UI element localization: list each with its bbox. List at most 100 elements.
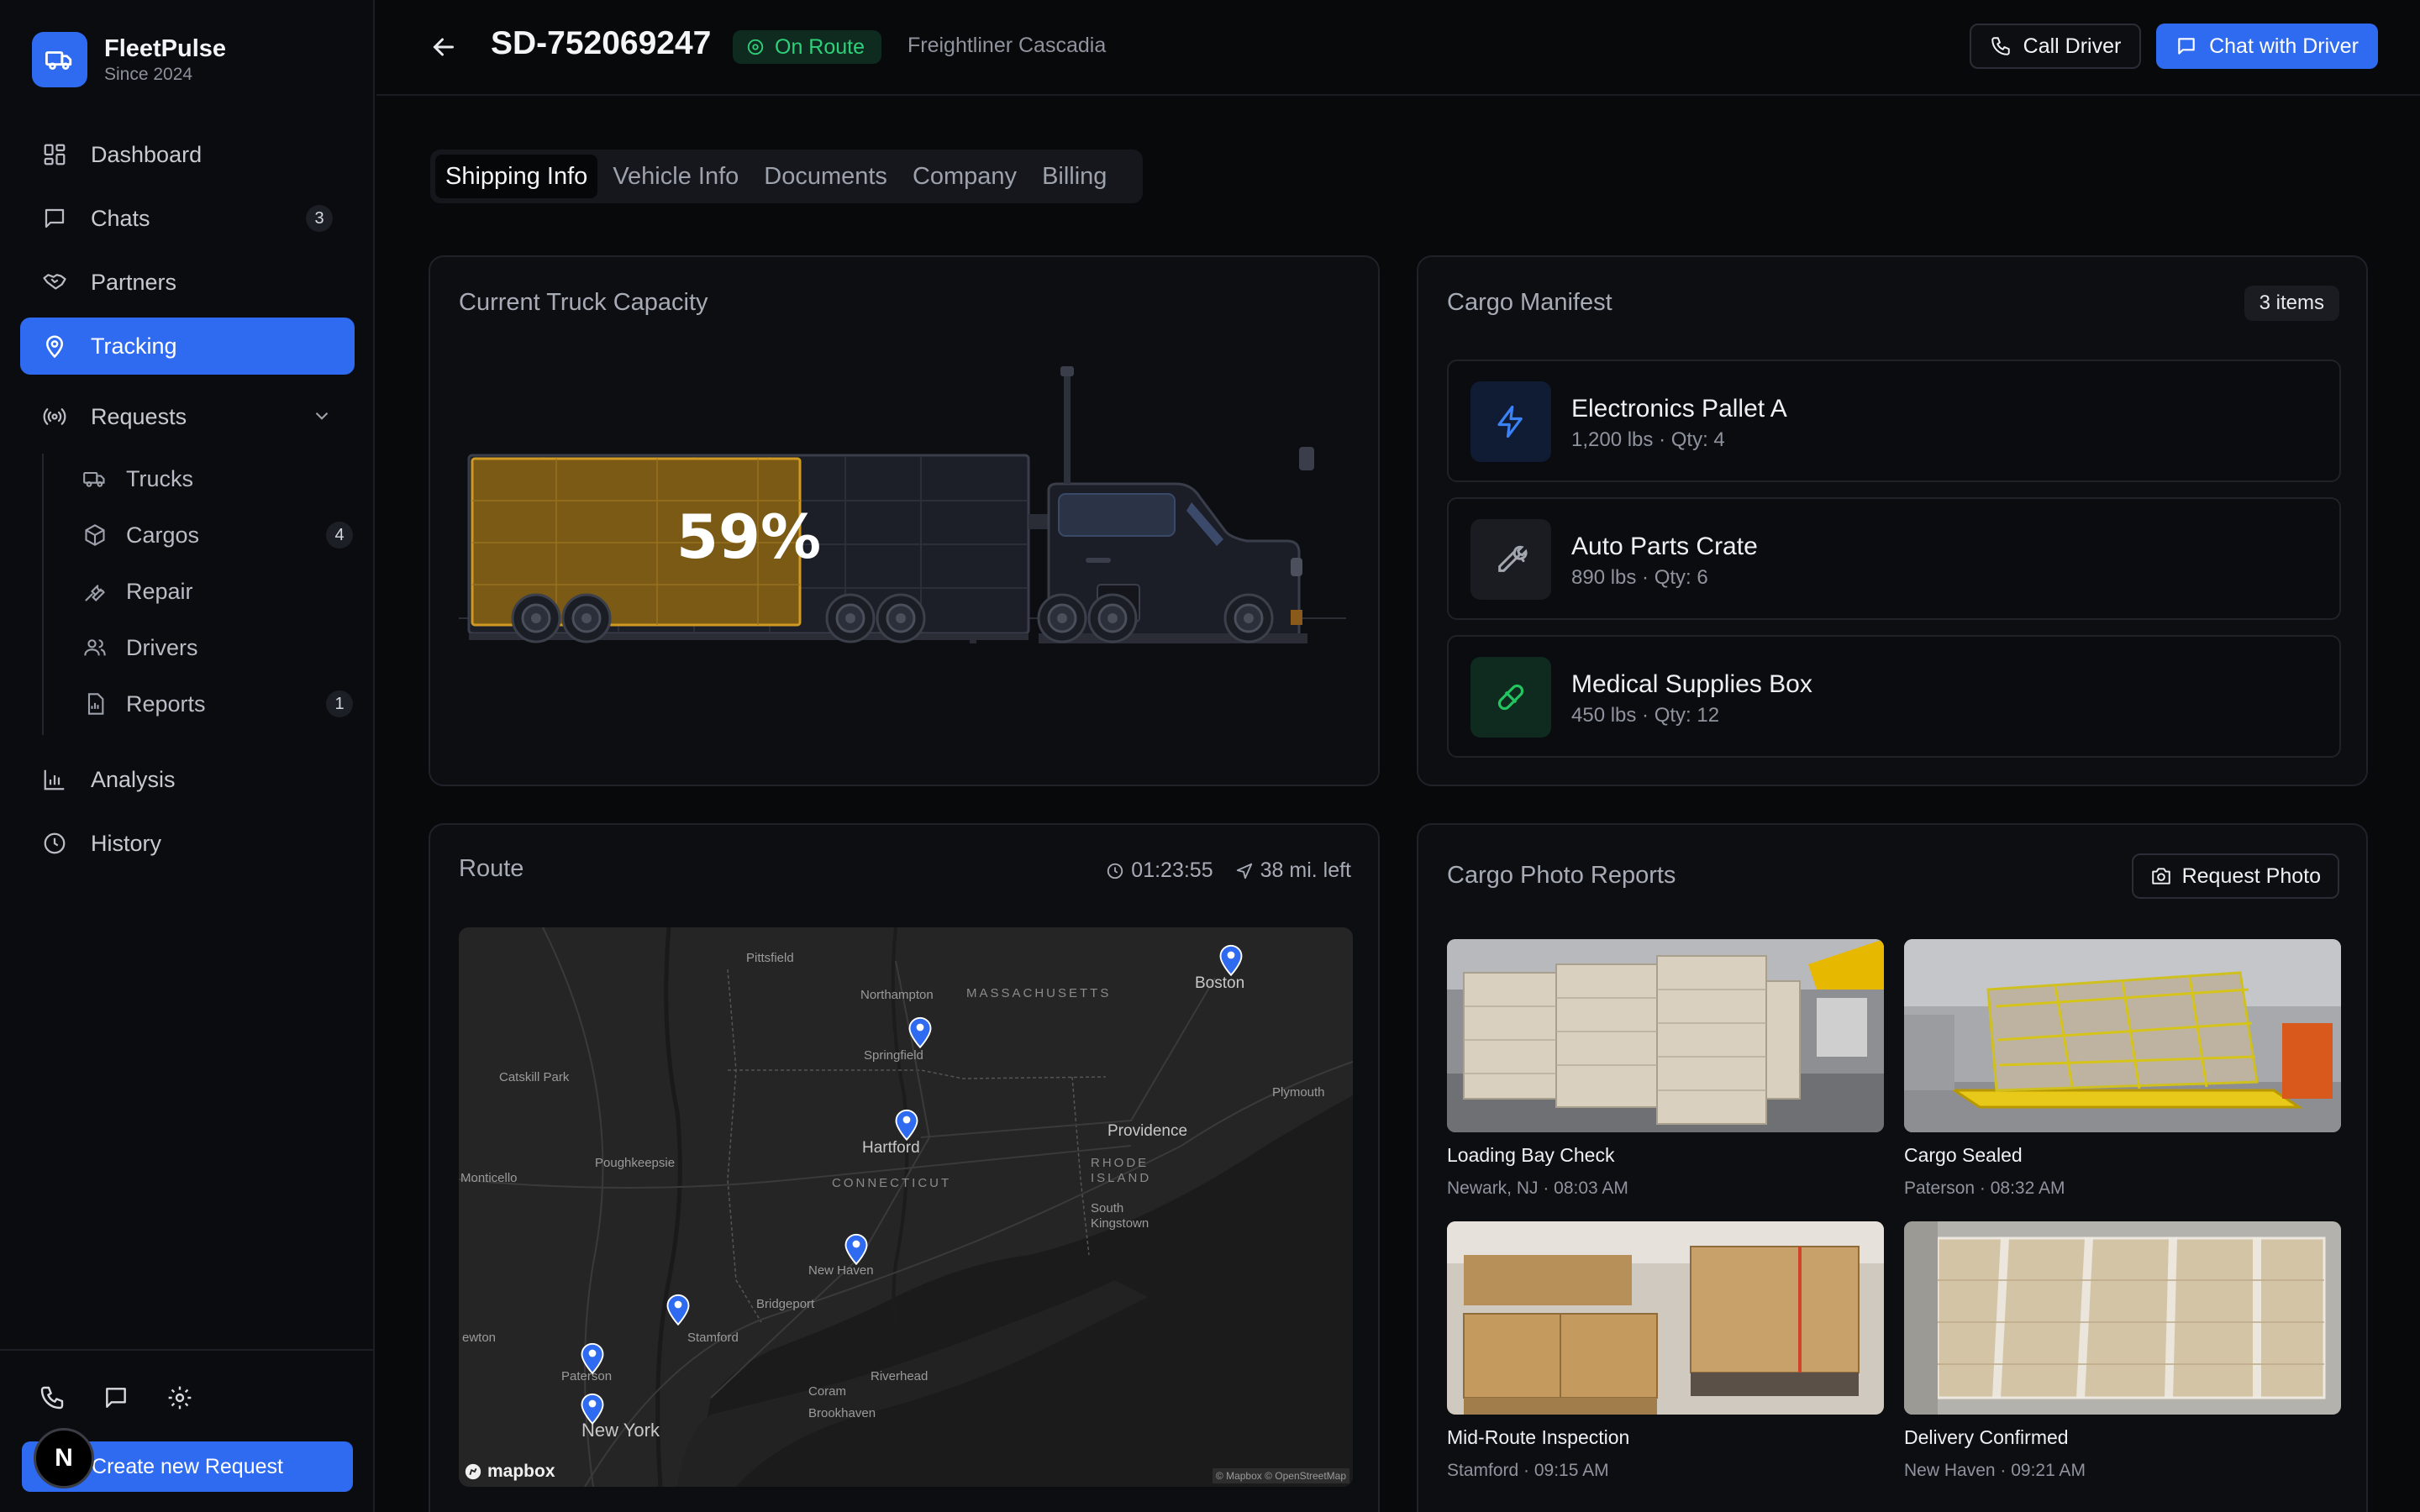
manifest-item[interactable]: Medical Supplies Box 450 lbs · Qty: 12	[1447, 635, 2341, 758]
truck-icon	[82, 466, 108, 491]
manifest-item-meta: 1,200 lbs · Qty: 4	[1571, 428, 1725, 451]
map-attribution[interactable]: © Mapbox © OpenStreetMap	[1212, 1468, 1349, 1483]
sidebar-footer: Create new Request N	[0, 1349, 375, 1512]
route-map[interactable]: Pittsfield Northampton MASSACHUSETTS Bos…	[459, 927, 1353, 1487]
map-pin-icon[interactable]	[1218, 942, 1244, 977]
map-pin-icon[interactable]	[894, 1107, 919, 1142]
sidebar-item-label: Repair	[126, 578, 193, 604]
sidebar-item-label: Chats	[91, 205, 150, 231]
status-text: On Route	[775, 34, 865, 59]
wrench-icon	[1470, 519, 1551, 600]
card-title: Cargo Photo Reports	[1447, 862, 1676, 889]
broadcast-icon	[40, 402, 69, 431]
map-label: CONNECTICUT	[832, 1176, 952, 1190]
sidebar-item-requests[interactable]: Requests	[20, 388, 355, 445]
camera-icon	[2151, 868, 2170, 885]
sidebar-item-label: Cargos	[126, 522, 200, 548]
map-label: New Haven	[808, 1263, 874, 1278]
wheel	[876, 593, 926, 643]
photo-report[interactable]: Cargo Sealed Paterson · 08:32 AM	[1904, 939, 2341, 1199]
photo-meta: New Haven · 09:21 AM	[1904, 1461, 2086, 1480]
sidebar-item-dashboard[interactable]: Dashboard	[20, 126, 355, 183]
manifest-item-name: Auto Parts Crate	[1571, 533, 1758, 560]
chat-icon	[40, 204, 69, 233]
back-arrow-icon[interactable]	[429, 32, 459, 62]
reports-count-badge: 1	[326, 690, 353, 717]
call-driver-button[interactable]: Call Driver	[1970, 24, 2141, 69]
dashboard-icon	[40, 140, 69, 169]
sidebar-item-history[interactable]: History	[20, 815, 355, 872]
map-label: Poughkeepsie	[595, 1156, 676, 1170]
vehicle-model: Freightliner Cascadia	[908, 34, 1107, 57]
truck-capacity-illustration: 59%	[459, 366, 1346, 643]
photo-meta: Newark, NJ · 08:03 AM	[1447, 1179, 1628, 1198]
route-meta: 01:23:55 38 mi. left	[1106, 858, 1351, 883]
page-title: SD-752069247	[491, 25, 712, 61]
map-label: Coram	[808, 1384, 847, 1399]
utility-icons	[37, 1383, 195, 1413]
items-count-badge: 3 items	[2244, 286, 2339, 321]
sealed-pallet-photo	[1904, 939, 2341, 1132]
photo-meta: Paterson · 08:32 AM	[1904, 1179, 2065, 1198]
sidebar-item-label: History	[91, 830, 162, 856]
cargo-manifest-card: Cargo Manifest 3 items Electronics Palle…	[1417, 255, 2368, 786]
photo-report[interactable]: Mid-Route Inspection Stamford · 09:15 AM	[1447, 1221, 1884, 1481]
phone-icon	[1991, 37, 2010, 55]
users-icon	[82, 635, 108, 660]
manifest-item-meta: 450 lbs · Qty: 12	[1571, 704, 1720, 727]
map-label: Springfield	[864, 1048, 923, 1063]
sidebar-item-analysis[interactable]: Analysis	[20, 751, 355, 808]
photo-report[interactable]: Loading Bay Check Newark, NJ · 08:03 AM	[1447, 939, 1884, 1199]
main-nav: Dashboard Chats 3 Partners Tracking Requ…	[20, 126, 355, 452]
photo-title: Mid-Route Inspection	[1447, 1426, 1630, 1448]
map-label: MASSACHUSETTS	[966, 986, 1112, 1000]
chevron-down-icon[interactable]	[311, 405, 333, 433]
manifest-item[interactable]: Electronics Pallet A 1,200 lbs · Qty: 4	[1447, 360, 2341, 482]
status-badge: On Route	[733, 30, 882, 64]
map-label: RHODE ISLAND	[1091, 1156, 1152, 1185]
map-pin-icon[interactable]	[666, 1292, 691, 1326]
gear-icon[interactable]	[165, 1383, 195, 1413]
map-pin-icon[interactable]	[580, 1391, 605, 1425]
sidebar-item-partners[interactable]: Partners	[20, 254, 355, 311]
tab-shipping-info[interactable]: Shipping Info	[435, 155, 598, 198]
sidebar-item-drivers[interactable]: Drivers	[44, 622, 355, 673]
wheel	[1037, 593, 1087, 643]
tab-documents[interactable]: Documents	[754, 155, 897, 198]
map-pin-icon[interactable]	[908, 1015, 933, 1049]
request-photo-button[interactable]: Request Photo	[2131, 853, 2339, 899]
tab-vehicle-info[interactable]: Vehicle Info	[602, 155, 749, 198]
sidebar-item-label: Drivers	[126, 634, 198, 660]
sidebar-item-trucks[interactable]: Trucks	[44, 454, 355, 504]
map-pin-icon[interactable]	[580, 1341, 605, 1375]
brand-since: Since 2024	[104, 65, 193, 84]
phone-icon[interactable]	[37, 1383, 67, 1413]
manifest-item-name: Electronics Pallet A	[1571, 395, 1787, 423]
route-card: Route 01:23:55 38 mi. left Pittsfield No…	[429, 823, 1380, 1512]
sidebar-item-tracking[interactable]: Tracking	[20, 318, 355, 375]
map-label: Northampton	[860, 988, 934, 1002]
sidebar-item-reports[interactable]: Reports 1	[44, 679, 355, 729]
manifest-item[interactable]: Auto Parts Crate 890 lbs · Qty: 6	[1447, 497, 2341, 620]
brand-name: FleetPulse	[104, 35, 227, 62]
sidebar-item-repair[interactable]: Repair	[44, 566, 355, 617]
sidebar-item-chats[interactable]: Chats 3	[20, 190, 355, 247]
mapbox-logo[interactable]: mapbox	[464, 1462, 555, 1482]
message-icon[interactable]	[101, 1383, 131, 1413]
clock-icon	[1107, 863, 1123, 879]
tab-company[interactable]: Company	[902, 155, 1027, 198]
photo-title: Delivery Confirmed	[1904, 1426, 2069, 1448]
sidebar-item-label: Requests	[91, 403, 187, 429]
avatar[interactable]: N	[34, 1428, 94, 1488]
photo-report[interactable]: Delivery Confirmed New Haven · 09:21 AM	[1904, 1221, 2341, 1481]
sidebar-item-label: Tracking	[91, 333, 177, 359]
boxes-photo	[1447, 1221, 1884, 1415]
chat-driver-button[interactable]: Chat with Driver	[2156, 24, 2378, 69]
tab-billing[interactable]: Billing	[1032, 155, 1117, 198]
chat-driver-label: Chat with Driver	[2209, 34, 2359, 58]
brand[interactable]: FleetPulse Since 2024	[32, 32, 226, 87]
sidebar-item-cargos[interactable]: Cargos 4	[44, 510, 355, 560]
map-label: Bridgeport	[756, 1297, 815, 1311]
map-pin-icon[interactable]	[844, 1231, 869, 1266]
map-label: Pittsfield	[746, 951, 794, 965]
